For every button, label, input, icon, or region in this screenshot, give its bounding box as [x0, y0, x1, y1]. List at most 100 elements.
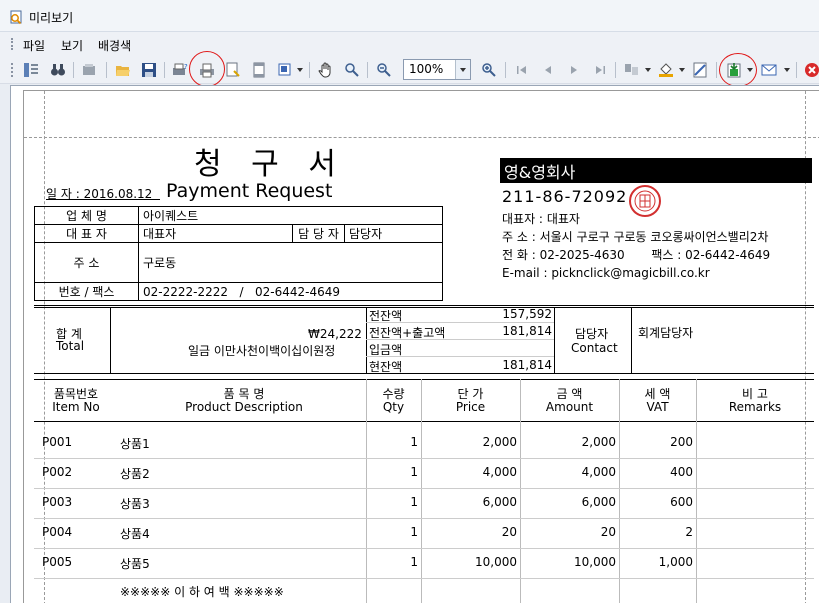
- zoom-dropdown-arrow[interactable]: [455, 60, 470, 79]
- phone-fax-separator: /: [239, 284, 244, 299]
- item-vat: 600: [670, 495, 693, 509]
- item-price: 10,000: [475, 555, 517, 569]
- hand-icon: [318, 62, 331, 78]
- red-annotation-circle: [189, 51, 225, 87]
- item-row-line: [34, 488, 814, 489]
- menu-bar: 파일 보기 배경색: [0, 32, 819, 56]
- supplier-email: picknclick@magicbill.co.kr: [551, 266, 710, 280]
- menu-file[interactable]: 파일: [23, 37, 45, 54]
- page-setup-icon: [226, 62, 240, 77]
- scale-button[interactable]: [276, 60, 296, 80]
- preview-window: 미리보기 파일 보기 배경색 ? 100% 청 구 서 일 자: 2016.0…: [0, 0, 819, 603]
- next-page-button[interactable]: [564, 60, 584, 80]
- save-button[interactable]: [139, 60, 159, 80]
- supplier-rep-label: 대표자 :: [502, 212, 543, 226]
- zoom-out-button[interactable]: [374, 60, 394, 80]
- thumbnails-button[interactable]: [21, 60, 41, 80]
- toolbar-separator: [716, 62, 717, 78]
- summary-top-line: [34, 305, 814, 306]
- print-dialog-button[interactable]: ?: [170, 60, 190, 80]
- menu-view[interactable]: 보기: [61, 37, 83, 54]
- manager-label: 담 당 자: [292, 224, 345, 243]
- title-dotted-line: [180, 0, 410, 1]
- zoom-in-button[interactable]: [479, 60, 499, 80]
- magnifier-button[interactable]: [342, 60, 362, 80]
- page-color-button[interactable]: [656, 60, 676, 80]
- page-setup-button[interactable]: [223, 60, 243, 80]
- balance-value: 181,814: [502, 358, 552, 372]
- invoice-title: 청 구 서: [194, 147, 346, 182]
- company-seal-stamp: [629, 185, 661, 217]
- multi-page-button[interactable]: [622, 60, 642, 80]
- company-value: 아이퀘스트: [138, 206, 443, 225]
- phone-fax-value: 02-2222-2222 / 02-6442-4649: [138, 282, 443, 301]
- rep-value: 대표자: [138, 224, 293, 243]
- fax-value: 02-6442-4649: [254, 284, 340, 299]
- close-preview-button[interactable]: [802, 60, 819, 80]
- item-amount: 2,000: [581, 435, 616, 449]
- document-map-icon: [83, 64, 95, 75]
- summary-divider: [631, 307, 632, 373]
- item-row-line: [34, 458, 814, 459]
- previous-page-button[interactable]: [538, 60, 558, 80]
- header-price-en: Price: [455, 400, 486, 414]
- item-qty: 1: [410, 435, 418, 449]
- preview-viewport[interactable]: 청 구 서 일 자 : 2016.08.12 Payment Request 업…: [10, 85, 819, 603]
- folder-open-icon: [116, 66, 130, 76]
- invoice-subtitle: Payment Request: [166, 180, 333, 202]
- thumbnails-icon: [24, 63, 38, 77]
- preview-app-icon: [10, 10, 22, 25]
- binoculars-icon: [51, 64, 65, 76]
- scale-icon: [278, 63, 291, 76]
- supplier-business-number: 211-86-72092: [502, 187, 628, 206]
- toolbar-separator: [796, 62, 797, 78]
- send-email-button[interactable]: [759, 60, 779, 80]
- item-price: 20: [501, 525, 517, 539]
- close-icon: [805, 63, 819, 77]
- balance-value: 157,592: [502, 307, 552, 321]
- supplier-fax-label: 팩스 :: [651, 248, 682, 262]
- balance-label: 전잔액: [369, 309, 403, 323]
- toolbar-separator: [367, 62, 368, 78]
- previous-page-icon: [545, 66, 551, 74]
- title-bar: 미리보기: [0, 0, 819, 32]
- summary-top-line: [34, 307, 814, 308]
- header-footer-button[interactable]: [249, 60, 269, 80]
- multi-page-dropdown-arrow[interactable]: [645, 68, 651, 72]
- header-remarks-en: Remarks: [728, 400, 782, 414]
- summary-divider: [554, 307, 555, 373]
- supplier-rep: 대표자: [546, 212, 580, 226]
- watermark-button[interactable]: [690, 60, 710, 80]
- send-dropdown-arrow[interactable]: [784, 68, 790, 72]
- manager-value: 담당자: [344, 224, 443, 243]
- header-amount-en: Amount: [545, 400, 594, 414]
- toolbar-separator: [615, 62, 616, 78]
- item-row-line: [34, 548, 814, 549]
- document-map-button[interactable]: [79, 60, 99, 80]
- header-footer-icon: [253, 62, 265, 78]
- page-color-dropdown-arrow[interactable]: [679, 68, 685, 72]
- first-page-button[interactable]: [512, 60, 532, 80]
- item-vat: 2: [685, 525, 693, 539]
- last-page-button[interactable]: [590, 60, 610, 80]
- item-no: P005: [42, 555, 73, 569]
- summary-bottom-line: [34, 373, 814, 374]
- invoice-page: 청 구 서 일 자 : 2016.08.12 Payment Request 업…: [34, 91, 819, 603]
- scale-dropdown-arrow[interactable]: [297, 68, 303, 72]
- paint-bucket-icon: [659, 63, 673, 77]
- toolbar-separator: [505, 62, 506, 78]
- open-button[interactable]: [113, 60, 133, 80]
- hand-tool-button[interactable]: [316, 60, 336, 80]
- date-underline: [46, 199, 160, 200]
- find-button[interactable]: [48, 60, 68, 80]
- zoom-combobox[interactable]: 100%: [403, 59, 471, 80]
- toolbar-separator: [164, 62, 165, 78]
- item-qty: 1: [410, 525, 418, 539]
- menu-background[interactable]: 배경색: [98, 37, 131, 54]
- contact-label: 담당자: [575, 327, 609, 341]
- menubar-grip: [11, 38, 13, 50]
- item-no: P002: [42, 465, 73, 479]
- item-qty: 1: [410, 465, 418, 479]
- supplier-phone-line: 전 화 : 02-2025-4630 팩스 : 02-6442-4649: [502, 246, 770, 263]
- item-qty: 1: [410, 495, 418, 509]
